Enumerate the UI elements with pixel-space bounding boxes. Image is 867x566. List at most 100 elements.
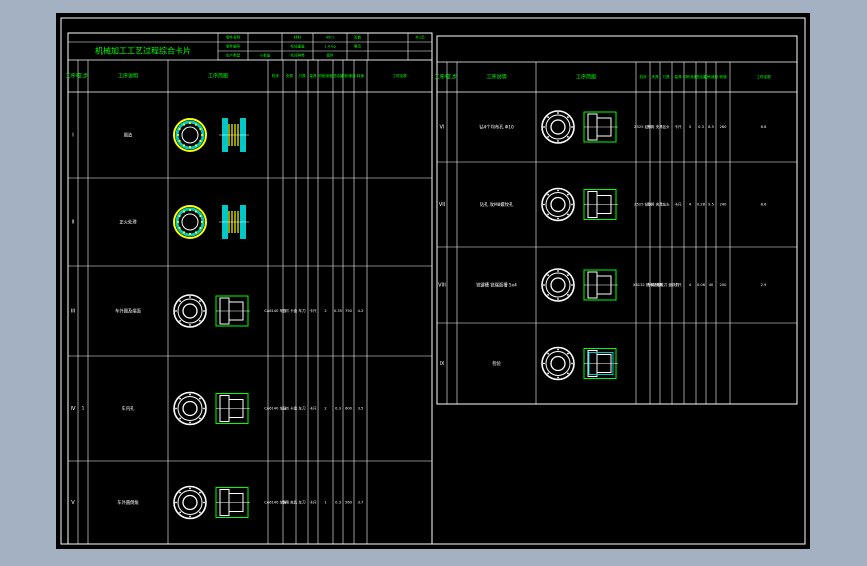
row-cell: 专用 夹具	[282, 500, 298, 505]
row-cell: 专用 夹具	[647, 124, 663, 129]
row-seq: IX	[440, 361, 445, 367]
ring-hole	[547, 372, 550, 375]
ring-hole	[543, 126, 545, 128]
ring-hole	[175, 407, 177, 410]
ring-hole	[547, 293, 550, 296]
header-cell: 零件名称	[226, 35, 241, 40]
row-seq: II	[72, 220, 75, 226]
ring-hole	[557, 112, 559, 114]
ring-hole	[571, 362, 573, 365]
ring-hole	[547, 352, 550, 355]
row-cell: 车刀	[298, 500, 306, 505]
row-step: 1	[82, 406, 85, 411]
ring-hole	[547, 274, 550, 277]
row-cell: 3.7	[358, 501, 364, 505]
row-cell: 车刀	[298, 308, 306, 313]
ring-hole	[175, 310, 177, 312]
ring-tooth	[194, 231, 198, 234]
row-cell: 200	[720, 283, 728, 287]
ring-tooth	[188, 145, 192, 149]
ring-tooth	[182, 231, 186, 234]
ring-tooth	[199, 127, 202, 131]
column-header-tool: 刀具	[298, 73, 306, 78]
ring-hole	[566, 352, 569, 355]
row-seq: IV	[71, 406, 76, 412]
ring-hole	[179, 417, 182, 420]
ring-hole	[557, 140, 559, 142]
row-cell: 钻头	[662, 202, 670, 207]
ring-hole	[557, 376, 559, 379]
drawing-viewport[interactable]: 机械加工工艺过程综合卡片 零件名称 材料 45Cr 页数 共1页 零件编号 毛坯重量 1.4 k…	[0, 0, 867, 562]
row-cell: 0.3	[335, 407, 341, 411]
column-header-sketch: 工序简图	[208, 73, 228, 80]
ring-tooth	[194, 210, 198, 213]
row-description: 车外圆倒角	[117, 499, 138, 506]
row-cell: 卡尺	[674, 124, 682, 129]
ring-tooth	[199, 214, 202, 218]
ring-hole	[557, 189, 559, 192]
ring-tooth	[176, 133, 180, 137]
column-header-tool: 刀具	[662, 74, 670, 79]
row-cell: 2.9	[761, 283, 767, 287]
row-description: 钻4个均布孔 Φ10	[479, 124, 514, 131]
row-cell: 2	[324, 407, 326, 411]
ring-hole	[189, 421, 191, 424]
process-card-drawing: 机械加工工艺过程综合卡片 零件名称 材料 45Cr 页数 共1页零件编号 毛坯重量 1.4 k…	[56, 13, 810, 549]
row-seq: I	[72, 133, 73, 139]
ring-hole	[557, 298, 559, 300]
ring-hole	[203, 501, 205, 504]
ring-hole	[571, 126, 573, 128]
ring-hole	[198, 417, 201, 420]
header-cell: 小批量	[260, 53, 271, 58]
ring-tooth	[182, 123, 186, 126]
ring-hole	[543, 203, 545, 206]
column-header-sketch: 工序简图	[576, 74, 596, 81]
row-seq: VII	[439, 202, 445, 208]
header-cell: 页数	[354, 35, 362, 40]
ring-hole	[566, 372, 569, 375]
ring-hole	[547, 213, 550, 216]
ring-hole	[547, 116, 550, 119]
column-header-speed: 切削速度	[704, 74, 719, 79]
ring-hole	[557, 270, 559, 272]
row-cell: 0.3	[698, 125, 704, 129]
row-description: 车内孔	[122, 405, 136, 412]
column-header-fixture: 夹具	[651, 74, 659, 79]
header-cell: 毛坯种类	[290, 53, 305, 58]
row-cell: 6.8	[761, 125, 767, 129]
ring-hole	[557, 348, 559, 351]
ring-tooth	[194, 123, 198, 126]
ring-tooth	[178, 127, 181, 131]
row-description: 正火处理	[119, 219, 137, 226]
column-header-rpm: 转速	[719, 74, 727, 79]
header-cell: 材料	[294, 35, 302, 40]
ring-hole	[547, 193, 550, 196]
ring-hole	[189, 296, 191, 298]
ring-hole	[571, 203, 573, 206]
column-header-step: 工步	[78, 74, 88, 80]
ring-hole	[198, 511, 201, 514]
row-cell: 40	[709, 283, 714, 287]
row-cell: 8.5	[708, 125, 714, 129]
ring-hole	[198, 491, 201, 494]
ring-hole	[189, 515, 191, 518]
ring-tooth	[182, 210, 186, 213]
column-header-cut_depth: 切削深度	[318, 73, 333, 78]
column-header-step: 工步	[447, 75, 457, 81]
card-title: 机械加工工艺过程综合卡片	[95, 46, 191, 56]
row-cell: 8.6	[761, 203, 767, 207]
row-cell: 卡尺	[674, 202, 682, 207]
ring-hole	[543, 362, 545, 365]
row-cell: 0.3	[335, 501, 341, 505]
ring-hole	[203, 310, 205, 312]
ring-tooth	[199, 226, 202, 230]
row-cell: 卡尺	[309, 308, 317, 313]
row-cell: 三爪 卡盘	[282, 308, 298, 313]
ring-hole	[543, 284, 545, 286]
header-cell: 毛坯重量	[290, 44, 305, 49]
ring-hole	[179, 397, 182, 400]
ring-hole	[198, 300, 201, 303]
column-header-fixture: 夹具	[286, 73, 294, 78]
ring-tooth	[194, 144, 198, 147]
column-header-measure: 量具	[309, 73, 317, 78]
